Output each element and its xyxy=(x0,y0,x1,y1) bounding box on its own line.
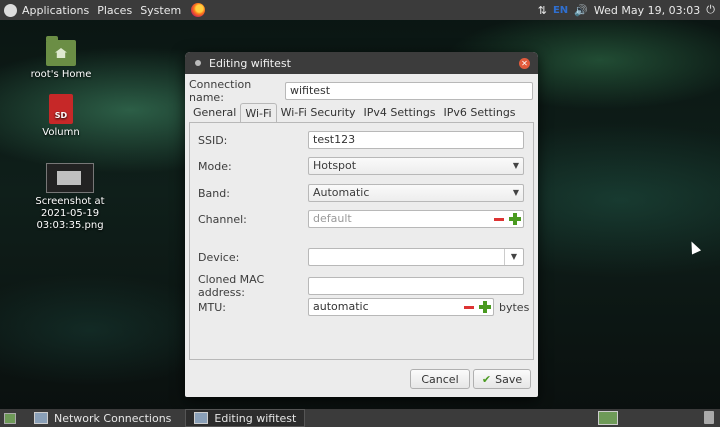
edit-connection-dialog: Editing wifitest ✕ Connection name: wifi… xyxy=(185,52,538,397)
tab-general[interactable]: General xyxy=(189,103,240,123)
mode-label: Mode: xyxy=(198,159,232,173)
mtu-decrement-button[interactable] xyxy=(461,299,477,315)
channel-decrement-button[interactable] xyxy=(491,211,507,227)
tab-ipv6-settings[interactable]: IPv6 Settings xyxy=(440,103,520,123)
power-icon[interactable]: ⏻ xyxy=(706,3,715,17)
desktop-icon-home[interactable]: root's Home xyxy=(16,36,106,81)
device-row: Device: ▼ xyxy=(198,248,524,266)
dialog-title: Editing wifitest xyxy=(209,56,291,70)
volume-icon[interactable]: 🔊 xyxy=(574,4,588,17)
tab-wifi[interactable]: Wi-Fi xyxy=(240,103,277,124)
mtu-row: MTU: automatic bytes xyxy=(198,298,529,316)
clock[interactable]: Wed May 19, 03:03 xyxy=(594,4,700,17)
task-label: Editing wifitest xyxy=(214,411,297,425)
system-tray: ⇅ EN 🔊 Wed May 19, 03:03 ⏻ xyxy=(538,3,720,17)
mode-select[interactable]: Hotspot ▼ xyxy=(308,157,524,175)
mode-row: Mode: Hotspot ▼ xyxy=(198,157,524,175)
desktop-icon-label: Screenshot at 2021-05-19 03:03:35.png xyxy=(35,196,105,231)
connection-name-label: Connection name: xyxy=(189,78,252,104)
image-file-icon xyxy=(46,163,94,193)
desktop-icon-label: Volumn xyxy=(42,127,80,138)
cancel-label: Cancel xyxy=(421,372,459,386)
task-network-connections[interactable]: Network Connections xyxy=(26,410,179,426)
channel-value: default xyxy=(313,212,352,225)
tab-wifi-security[interactable]: Wi-Fi Security xyxy=(277,103,360,123)
mtu-spin[interactable]: automatic xyxy=(308,298,494,316)
ssid-input[interactable]: test123 xyxy=(308,131,524,149)
tab-bar: General Wi-Fi Wi-Fi Security IPv4 Settin… xyxy=(189,102,520,124)
wifi-tab-panel: SSID: test123 Mode: Hotspot ▼ Band: Auto… xyxy=(189,122,534,360)
device-label: Device: xyxy=(198,250,240,264)
band-value: Automatic xyxy=(313,186,370,199)
network-connections-icon xyxy=(194,412,209,424)
mouse-cursor-icon xyxy=(686,239,702,255)
show-desktop-icon[interactable] xyxy=(4,412,16,424)
network-connections-icon xyxy=(34,412,48,424)
device-combo[interactable]: ▼ xyxy=(308,248,524,266)
band-row: Band: Automatic ▼ xyxy=(198,184,524,202)
mtu-value: automatic xyxy=(313,300,369,313)
cancel-button[interactable]: Cancel xyxy=(410,369,470,389)
dropdown-arrow-icon: ▼ xyxy=(512,161,519,170)
firefox-icon[interactable] xyxy=(191,3,206,17)
channel-spin[interactable]: default xyxy=(308,210,524,228)
places-menu[interactable]: Places xyxy=(97,4,132,17)
mtu-label: MTU: xyxy=(198,300,226,314)
dropdown-arrow-icon[interactable]: ▼ xyxy=(504,249,523,265)
workspace-switcher-icon[interactable] xyxy=(598,411,618,425)
cloned-mac-row: Cloned MAC address: xyxy=(198,273,524,299)
tab-ipv4-settings[interactable]: IPv4 Settings xyxy=(360,103,440,123)
mode-value: Hotspot xyxy=(313,159,357,172)
network-arrows-icon[interactable]: ⇅ xyxy=(538,4,547,17)
mtu-increment-button[interactable] xyxy=(477,299,493,315)
desktop-icon-volumn[interactable]: SD Volumn xyxy=(16,94,106,139)
dialog-titlebar[interactable]: Editing wifitest ✕ xyxy=(185,52,538,74)
channel-increment-button[interactable] xyxy=(507,211,523,227)
checkmark-icon: ✔ xyxy=(481,372,492,386)
sd-card-icon: SD xyxy=(49,94,73,124)
connection-name-input[interactable]: wifitest xyxy=(285,82,533,100)
plus-icon xyxy=(509,213,521,225)
keyboard-layout-indicator[interactable]: EN xyxy=(553,5,568,16)
desktop-icon-screenshot[interactable]: Screenshot at 2021-05-19 03:03:35.png xyxy=(22,163,118,232)
top-panel: Applications Places System ⇅ EN 🔊 Wed Ma… xyxy=(0,0,720,20)
applications-menu[interactable]: Applications xyxy=(22,4,89,17)
desktop-icon-label: root's Home xyxy=(30,69,92,80)
dropdown-arrow-icon: ▼ xyxy=(512,188,519,197)
home-folder-icon xyxy=(46,36,76,66)
ubuntu-logo-icon[interactable] xyxy=(4,3,17,17)
channel-row: Channel: default xyxy=(198,210,524,228)
plus-icon xyxy=(479,301,491,313)
task-editing-wifitest[interactable]: Editing wifitest xyxy=(185,409,306,427)
minus-icon xyxy=(494,217,504,221)
cloned-mac-input[interactable] xyxy=(308,277,524,295)
mtu-unit: bytes xyxy=(499,300,530,314)
ssid-label: SSID: xyxy=(198,133,228,147)
close-button[interactable]: ✕ xyxy=(519,57,530,69)
ssid-row: SSID: test123 xyxy=(198,131,524,149)
connection-name-row: Connection name: wifitest xyxy=(189,78,533,104)
channel-label: Channel: xyxy=(198,212,247,226)
cloned-mac-label: Cloned MAC address: xyxy=(198,273,265,299)
trash-icon[interactable] xyxy=(704,411,714,424)
band-select[interactable]: Automatic ▼ xyxy=(308,184,524,202)
window-menu-icon[interactable] xyxy=(195,60,201,66)
save-button[interactable]: ✔ Save xyxy=(473,369,531,389)
save-label: Save xyxy=(495,372,523,386)
system-menu[interactable]: System xyxy=(140,4,181,17)
task-label: Network Connections xyxy=(54,411,172,425)
minus-icon xyxy=(464,305,474,309)
band-label: Band: xyxy=(198,186,230,200)
